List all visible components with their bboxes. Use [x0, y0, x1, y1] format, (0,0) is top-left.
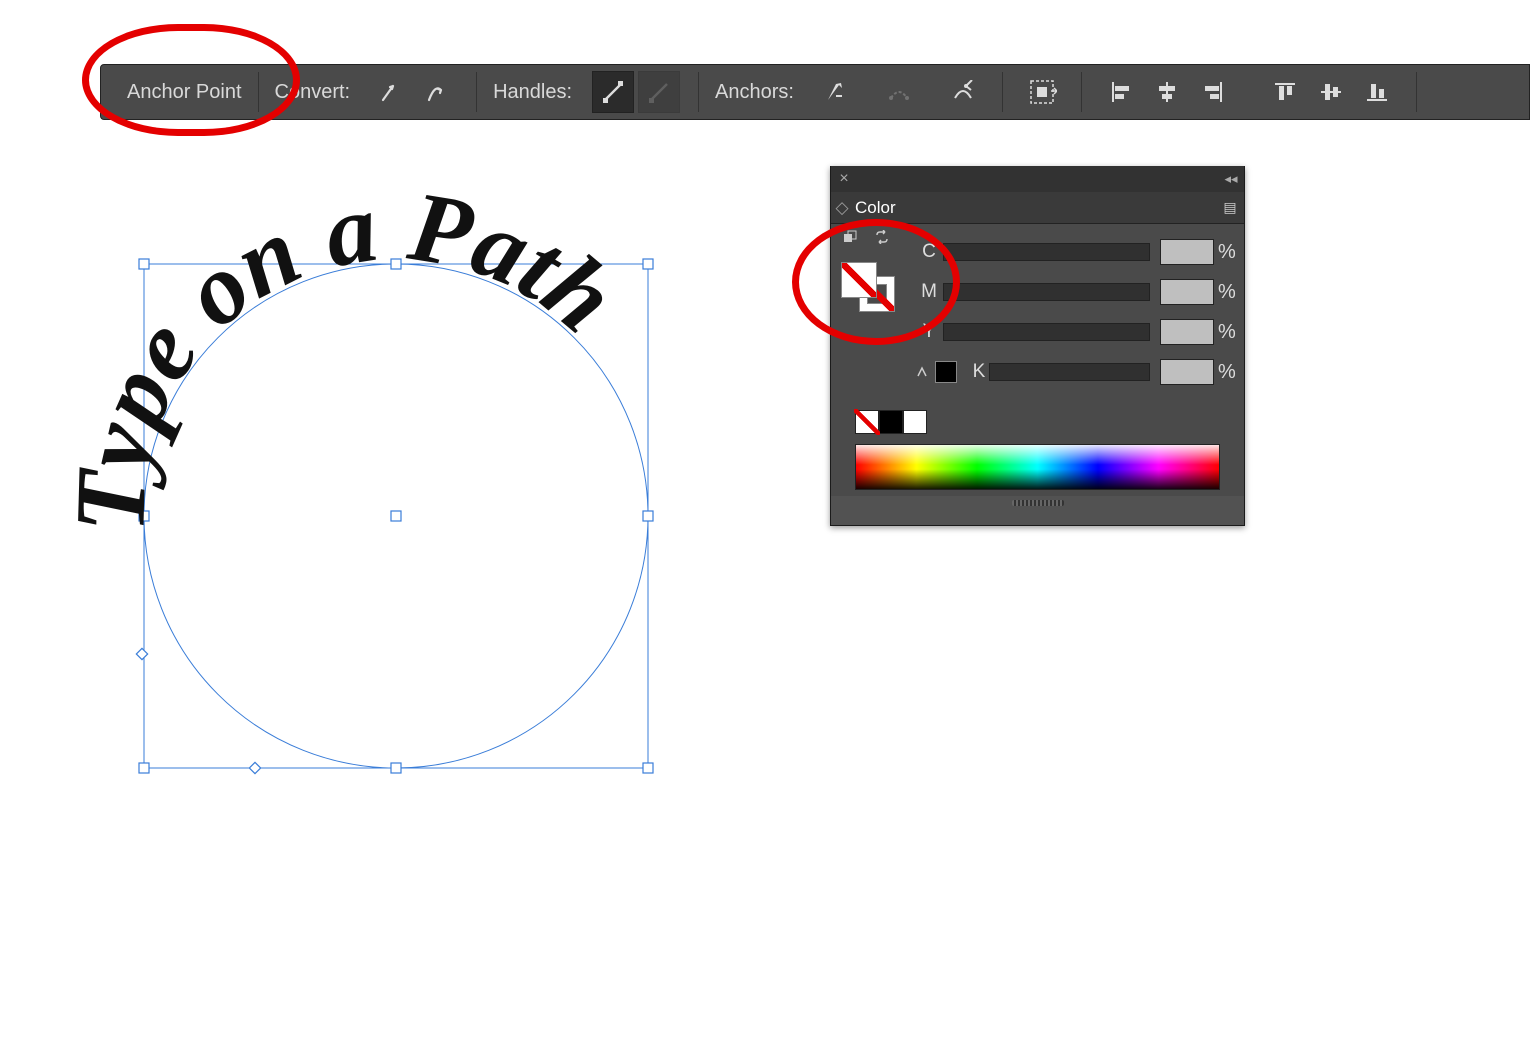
align-top-button[interactable]	[1264, 71, 1306, 113]
convert-corner-button[interactable]	[370, 71, 412, 113]
channel-m-input[interactable]	[1160, 279, 1214, 305]
fill-swatch[interactable]	[841, 262, 877, 298]
percent-label: %	[1218, 241, 1232, 264]
black-swatch[interactable]	[879, 410, 903, 434]
isolate-button[interactable]	[1021, 71, 1063, 113]
panel-resize-grip[interactable]	[831, 500, 1244, 512]
channel-y-slider[interactable]	[943, 323, 1150, 341]
none-swatch[interactable]	[855, 410, 879, 434]
channel-k-slider[interactable]	[989, 363, 1150, 381]
channel-y-label: Y	[915, 321, 943, 343]
cut-path-button[interactable]	[942, 71, 984, 113]
connect-endpoints-button[interactable]	[878, 71, 920, 113]
align-left-button[interactable]	[1100, 71, 1142, 113]
align-hcenter-button[interactable]	[1146, 71, 1188, 113]
convert-smooth-button[interactable]	[416, 71, 458, 113]
align-right-button[interactable]	[1192, 71, 1234, 113]
remove-anchor-button[interactable]	[814, 71, 856, 113]
handles-label: Handles:	[493, 81, 572, 104]
channel-k-label: K	[969, 361, 989, 383]
color-spectrum[interactable]	[855, 444, 1220, 490]
panel-menu-icon[interactable]: ▤	[1216, 199, 1244, 216]
anchor-point-label: Anchor Point	[127, 81, 242, 104]
collapse-icon[interactable]: ◂◂	[1218, 171, 1244, 187]
k-swatch[interactable]	[935, 361, 957, 383]
panel-titlebar[interactable]: × ◂◂	[831, 166, 1244, 192]
channel-y-row: Y %	[915, 314, 1232, 350]
channel-c-label: C	[915, 241, 943, 263]
channel-m-row: M %	[915, 274, 1232, 310]
channel-k-input[interactable]	[1160, 359, 1214, 385]
align-vcenter-button[interactable]	[1310, 71, 1352, 113]
channel-y-input[interactable]	[1160, 319, 1214, 345]
anchors-label: Anchors:	[715, 81, 794, 104]
channel-m-label: M	[915, 281, 943, 303]
out-of-gamut-icon[interactable]	[915, 365, 929, 379]
channel-c-slider[interactable]	[943, 243, 1150, 261]
fill-stroke-swatch[interactable]	[841, 262, 895, 312]
handles-show-button[interactable]	[592, 71, 634, 113]
panel-tab-color[interactable]: ◇ Color ▤	[831, 192, 1244, 224]
color-tab-icon: ◇	[831, 198, 853, 218]
type-on-path-text[interactable]: Type on a Path	[54, 170, 637, 534]
white-swatch[interactable]	[903, 410, 927, 434]
align-bottom-button[interactable]	[1356, 71, 1398, 113]
color-tab-label: Color	[853, 198, 896, 218]
convert-label: Convert:	[275, 81, 351, 104]
color-shortcut-swatches	[855, 410, 1232, 434]
color-panel: × ◂◂ ◇ Color ▤ C %	[830, 166, 1245, 526]
close-icon[interactable]: ×	[831, 166, 857, 192]
options-bar: Anchor Point Convert: Handles: Anchors:	[100, 64, 1530, 120]
handles-hide-button[interactable]	[638, 71, 680, 113]
channel-m-slider[interactable]	[943, 283, 1150, 301]
channel-k-row: K %	[915, 354, 1232, 390]
canvas-stage[interactable]: Type on a Path	[0, 130, 830, 910]
channel-c-row: C %	[915, 234, 1232, 270]
channel-c-input[interactable]	[1160, 239, 1214, 265]
